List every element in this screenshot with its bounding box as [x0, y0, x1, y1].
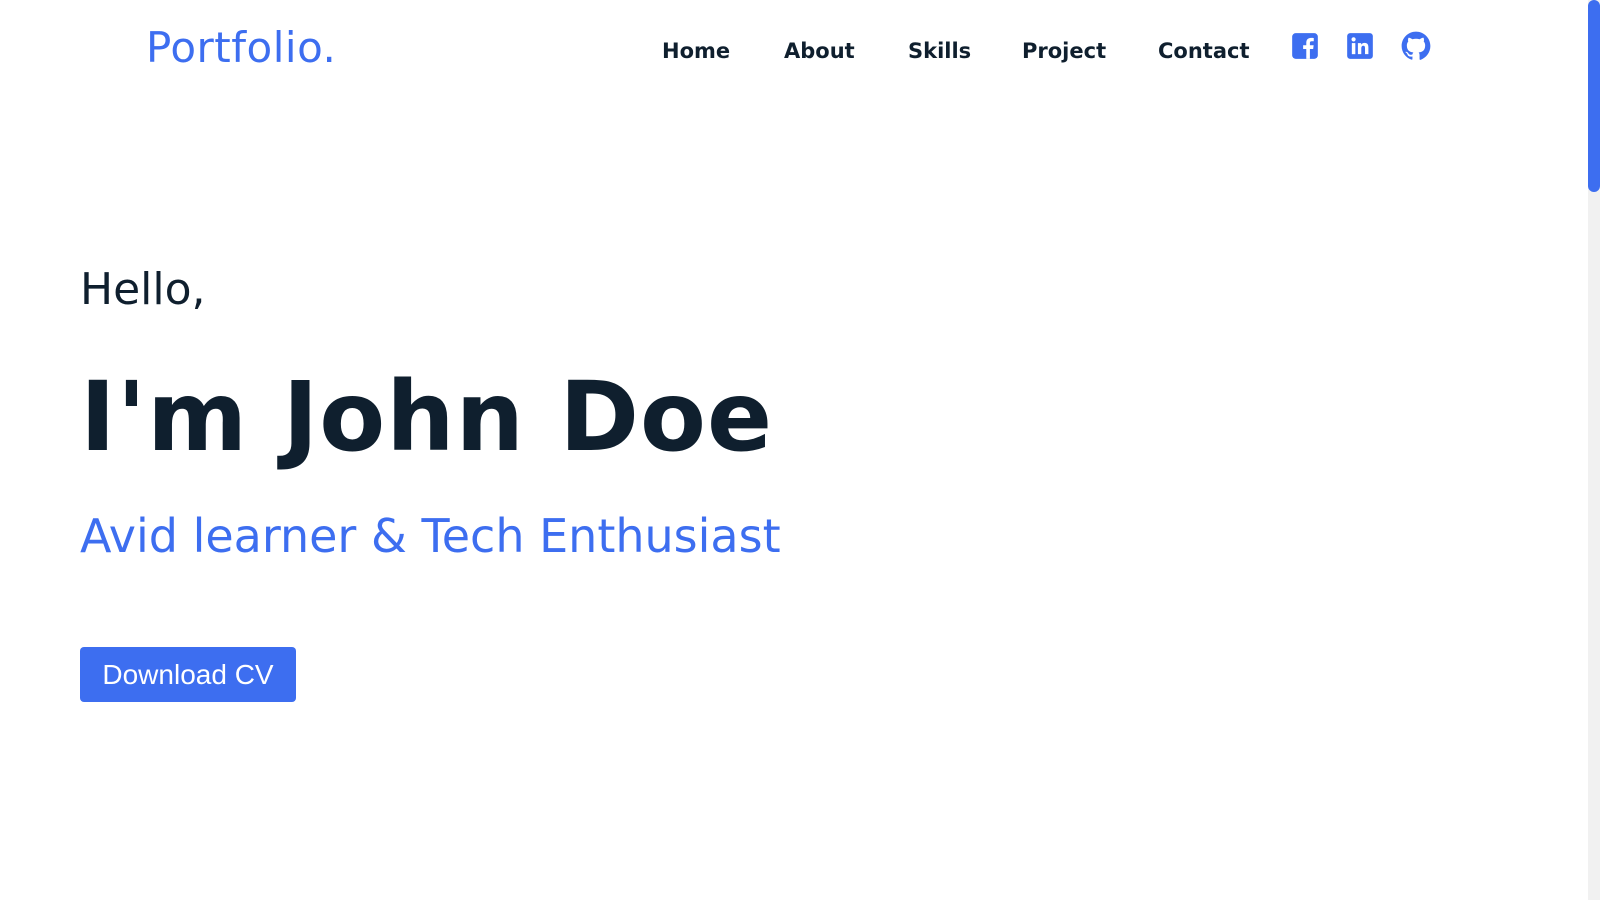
main-nav: Home About Skills Project Contact: [0, 34, 1568, 68]
linkedin-icon[interactable]: [1346, 32, 1374, 60]
nav-link-skills[interactable]: Skills: [908, 34, 971, 68]
nav-link-project[interactable]: Project: [1022, 34, 1106, 68]
hero-tagline: Avid learner & Tech Enthusiast: [80, 509, 781, 563]
nav-link-home[interactable]: Home: [662, 34, 730, 68]
hero-section: Hello, I'm John Doe Avid learner & Tech …: [80, 260, 980, 566]
nav-link-contact[interactable]: Contact: [1158, 34, 1250, 68]
download-cv-button[interactable]: Download CV: [80, 647, 296, 702]
scrollbar-thumb[interactable]: [1588, 0, 1600, 192]
nav-link-about[interactable]: About: [784, 34, 855, 68]
hero-name: I'm John Doe: [80, 361, 774, 473]
github-icon[interactable]: [1401, 31, 1431, 61]
site-header: Portfolio. Home About Skills Project Con…: [0, 0, 1568, 100]
hero-greeting: Hello,: [80, 264, 206, 315]
facebook-icon[interactable]: [1291, 32, 1319, 60]
page-scrollbar[interactable]: [1588, 0, 1600, 900]
